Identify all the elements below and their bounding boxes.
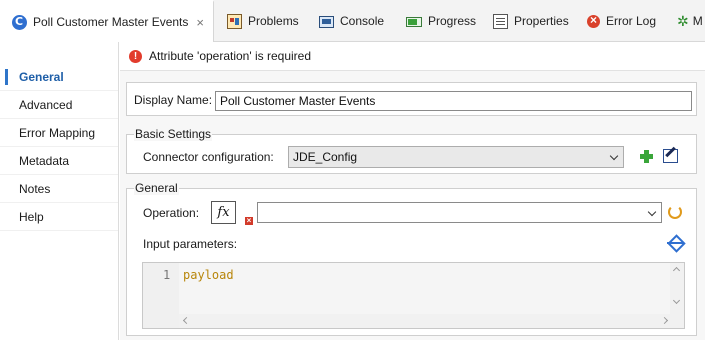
refresh-icon[interactable] (668, 205, 682, 219)
more-icon: ✲ (677, 12, 689, 29)
mule-flow-icon (12, 14, 27, 30)
general-group: General Operation: fx × Input parameters… (126, 181, 697, 336)
chevron-down-icon (609, 151, 619, 161)
sidebar-item-notes[interactable]: Notes (0, 175, 118, 203)
sidebar-item-general[interactable]: General (0, 63, 118, 91)
tab-label: M (692, 14, 703, 28)
basic-settings-group: Basic Settings Connector configuration: … (126, 127, 697, 174)
general-title: General (134, 181, 179, 195)
error-marker-icon: × (245, 216, 253, 225)
basic-settings-title: Basic Settings (134, 127, 213, 141)
scroll-left-icon[interactable] (182, 316, 191, 325)
chevron-down-icon (647, 207, 657, 217)
tab-label: Error Log (606, 14, 657, 28)
datamapper-icon[interactable] (667, 237, 683, 249)
close-icon[interactable]: × (196, 15, 204, 30)
add-connector-icon[interactable] (640, 150, 653, 163)
editor-tab-bar: Poll Customer Master Events × Problems C… (0, 0, 705, 42)
tab-progress[interactable]: Progress (406, 0, 476, 42)
sidebar-item-advanced[interactable]: Advanced (0, 91, 118, 119)
sidebar-item-metadata[interactable]: Metadata (0, 147, 118, 175)
display-name-input[interactable]: Poll Customer Master Events (215, 91, 692, 111)
operation-select[interactable] (257, 202, 662, 223)
line-number: 1 (163, 268, 171, 282)
input-parameters-label: Input parameters: (143, 237, 238, 251)
display-name-value: Poll Customer Master Events (220, 94, 376, 108)
tab-problems[interactable]: Problems (227, 0, 299, 42)
scroll-down-icon[interactable] (672, 296, 681, 305)
tab-poll-customer-master-events[interactable]: Poll Customer Master Events × (0, 0, 214, 42)
connector-config-value: JDE_Config (293, 150, 358, 164)
connector-config-select[interactable]: JDE_Config (288, 146, 624, 168)
tab-label: Poll Customer Master Events (33, 15, 189, 29)
sidebar-item-help[interactable]: Help (0, 203, 118, 231)
edit-connector-icon[interactable] (663, 149, 678, 163)
tab-console[interactable]: Console (319, 0, 384, 42)
sidebar-item-label: Notes (19, 181, 51, 196)
editor-gutter (143, 263, 179, 328)
sidebar-item-error-mapping[interactable]: Error Mapping (0, 119, 118, 147)
tab-properties[interactable]: Properties (493, 0, 569, 42)
sidebar: General Advanced Error Mapping Metadata … (0, 42, 119, 340)
error-banner: ! Attribute 'operation' is required (120, 42, 705, 71)
display-name-group: Display Name: Poll Customer Master Event… (126, 82, 697, 116)
tab-label: Progress (428, 14, 477, 28)
fx-expression-button[interactable]: fx (211, 201, 236, 224)
sidebar-item-label: General (19, 69, 64, 84)
tab-label: Properties (514, 14, 569, 28)
input-parameters-editor[interactable]: 1 payload (142, 262, 685, 329)
tab-label: Console (340, 14, 385, 28)
tab-label: Problems (248, 14, 299, 28)
progress-icon (406, 17, 422, 27)
sidebar-item-label: Advanced (19, 97, 73, 112)
sidebar-item-label: Error Mapping (19, 125, 96, 140)
scroll-right-icon[interactable] (660, 316, 669, 325)
properties-panel: ! Attribute 'operation' is required Disp… (120, 42, 705, 340)
tab-error-log[interactable]: Error Log (587, 0, 656, 42)
error-message: Attribute 'operation' is required (149, 49, 312, 63)
horizontal-scrollbar[interactable] (179, 314, 672, 328)
sidebar-item-label: Metadata (19, 153, 70, 168)
vertical-scrollbar[interactable] (670, 263, 684, 328)
error-icon: ! (129, 49, 142, 63)
tab-more[interactable]: ✲ M (677, 0, 703, 42)
error-log-icon (587, 13, 600, 28)
operation-label: Operation: (143, 206, 200, 220)
sidebar-item-label: Help (19, 209, 44, 224)
scroll-up-icon[interactable] (672, 266, 681, 275)
connector-config-label: Connector configuration: (143, 150, 274, 164)
properties-icon (493, 13, 508, 29)
problems-icon (227, 13, 242, 29)
console-icon (319, 16, 334, 28)
code-text: payload (183, 268, 234, 282)
display-name-label: Display Name: (134, 93, 213, 107)
